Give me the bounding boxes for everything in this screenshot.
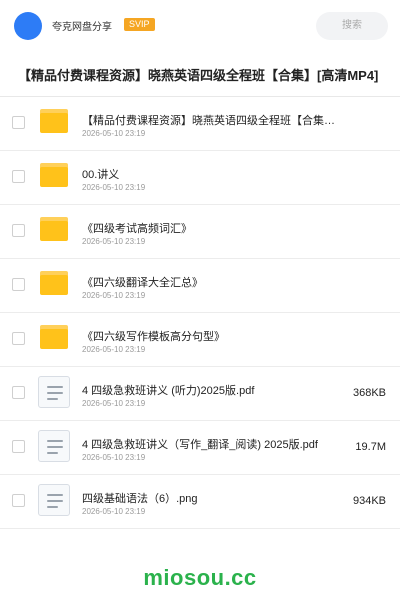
checkbox[interactable] [12,332,25,345]
document-icon [38,376,70,408]
watermark: miosou.cc [143,565,257,590]
item-date: 2026-05-10 23:19 [82,291,146,300]
item-date: 2026-05-10 23:19 [82,129,146,138]
svip-badge: SVIP [124,18,155,31]
folder-icon [40,109,68,133]
item-date: 2026-05-10 23:19 [82,345,146,354]
checkbox[interactable] [12,440,25,453]
list-item[interactable]: 《四六级翻译大全汇总》 2026-05-10 23:19 [0,259,400,313]
item-date: 2026-05-10 23:19 [82,183,146,192]
item-name: 【精品付费课程资源】晓燕英语四级全程班【合集】[高清MP4] [82,115,344,127]
item-size: 934KB [352,495,386,507]
search-input[interactable]: 搜索 [316,12,388,40]
list-item[interactable]: 【精品付费课程资源】晓燕英语四级全程班【合集】[高清MP4] 2026-05-1… [0,97,400,151]
file-list: 【精品付费课程资源】晓燕英语四级全程班【合集】[高清MP4] 2026-05-1… [0,97,400,529]
list-item[interactable]: 《四级考试高频词汇》 2026-05-10 23:19 [0,205,400,259]
item-name: 4 四级急救班讲义 (听力)2025版.pdf [82,385,255,397]
item-date: 2026-05-10 23:19 [82,237,146,246]
list-item[interactable]: 《四六级写作模板高分句型》 2026-05-10 23:19 [0,313,400,367]
page-title: 【精品付费课程资源】晓燕英语四级全程班【合集】[高清MP4] [18,68,379,83]
list-item[interactable]: 4 四级急救班讲义（写作_翻译_阅读) 2025版.pdf 2026-05-10… [0,421,400,475]
folder-icon [40,163,68,187]
folder-icon [40,217,68,241]
avatar[interactable] [14,12,42,40]
checkbox[interactable] [12,170,25,183]
item-name: 《四六级写作模板高分句型》 [82,331,225,343]
checkbox[interactable] [12,386,25,399]
item-date: 2026-05-10 23:19 [82,453,146,462]
list-item[interactable]: 四级基础语法（6）.png 2026-05-10 23:19 934KB [0,475,400,529]
document-icon [38,484,70,516]
item-name: 《四级考试高频词汇》 [82,223,192,235]
site-name: 夸克网盘分享 [52,22,112,33]
document-icon [38,430,70,462]
header: 夸克网盘分享 SVIP 搜索 [0,0,400,52]
item-size: 368KB [352,387,386,399]
item-name: 4 四级急救班讲义（写作_翻译_阅读) 2025版.pdf [82,439,318,451]
checkbox[interactable] [12,224,25,237]
checkbox[interactable] [12,278,25,291]
checkbox[interactable] [12,494,25,507]
item-name: 四级基础语法（6）.png [82,493,198,505]
list-item[interactable]: 00.讲义 2026-05-10 23:19 [0,151,400,205]
item-date: 2026-05-10 23:19 [82,399,146,408]
item-date: 2026-05-10 23:19 [82,507,146,516]
folder-icon [40,271,68,295]
checkbox[interactable] [12,116,25,129]
item-name: 00.讲义 [82,169,120,181]
item-name: 《四六级翻译大全汇总》 [82,277,203,289]
folder-icon [40,325,68,349]
list-item[interactable]: 4 四级急救班讲义 (听力)2025版.pdf 2026-05-10 23:19… [0,367,400,421]
item-size: 19.7M [355,441,386,453]
